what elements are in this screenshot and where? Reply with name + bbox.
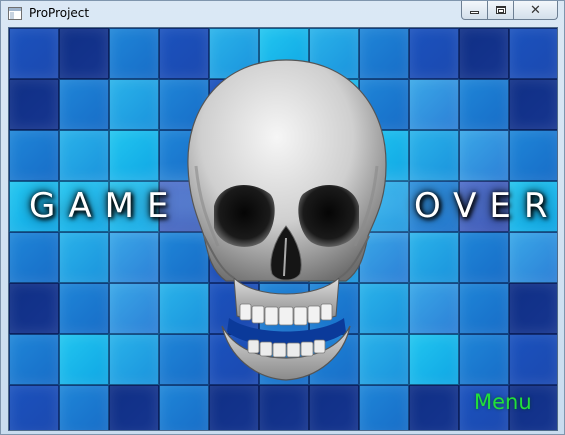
background-tile [409,334,459,385]
background-tile [59,79,109,130]
background-tile [409,385,459,430]
minimize-icon [470,11,479,14]
maximize-button[interactable] [488,1,514,20]
background-tile [509,283,557,334]
game-over-text-right: OVER [414,186,558,226]
title-bar[interactable]: ProProject ✕ [1,1,564,27]
background-tile [9,385,59,430]
background-tile [209,385,259,430]
minimize-button[interactable] [461,1,488,20]
background-tile [509,79,557,130]
app-icon [8,7,22,20]
background-tile [59,283,109,334]
background-tile [359,385,409,430]
background-tile [9,79,59,130]
close-icon: ✕ [530,2,541,18]
menu-button[interactable]: Menu [474,390,532,414]
background-tile [459,283,509,334]
background-tile [59,28,109,79]
background-tile [409,28,459,79]
background-tile [109,385,159,430]
game-canvas[interactable]: GAME OVER Menu [8,27,558,431]
background-tile [509,28,557,79]
background-tile [59,334,109,385]
background-tile [109,28,159,79]
background-tile [459,79,509,130]
background-tile [259,385,309,430]
app-window: ProProject ✕ GAME OVER Menu [0,0,565,435]
background-tile [309,385,359,430]
background-tile [9,283,59,334]
window-controls: ✕ [461,1,558,20]
game-over-text-left: GAME [29,186,182,226]
background-tile [9,28,59,79]
background-tile [109,79,159,130]
background-tile [509,334,557,385]
maximize-icon [495,6,506,14]
background-tile [409,79,459,130]
window-title: ProProject [29,6,90,20]
background-tile [9,334,59,385]
background-tile [109,283,159,334]
background-tile [159,385,209,430]
background-tile [59,385,109,430]
background-tile [409,283,459,334]
background-tile [459,334,509,385]
close-button[interactable]: ✕ [514,1,558,20]
background-tile [109,334,159,385]
skull-image [174,56,399,386]
background-tile [459,28,509,79]
